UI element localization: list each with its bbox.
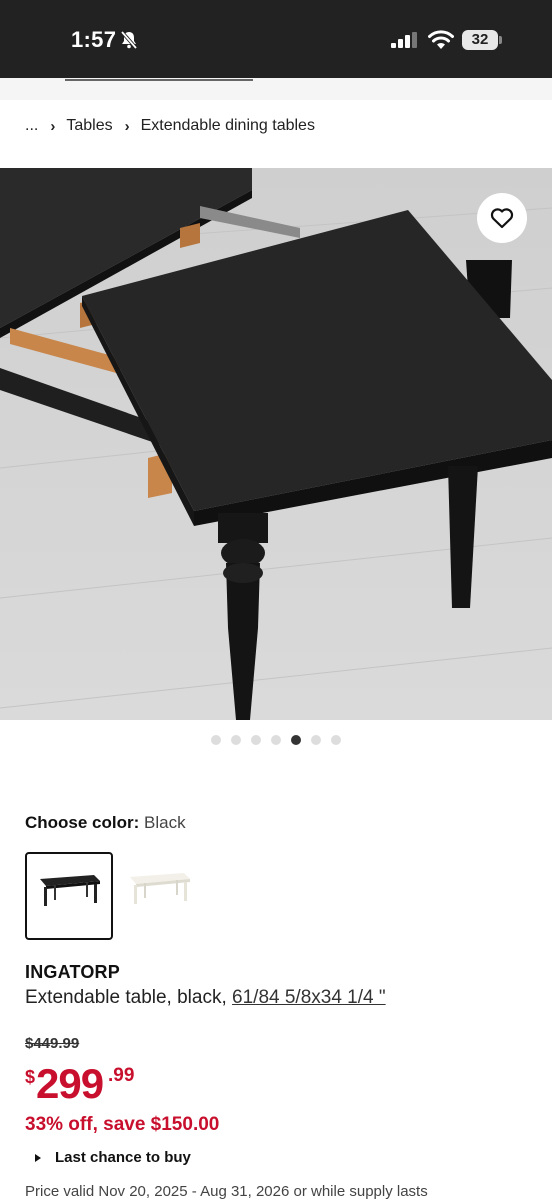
price-valid-text: Price valid Nov 20, 2025 - Aug 31, 2026 …: [25, 1183, 428, 1200]
carousel-dot[interactable]: [251, 735, 261, 745]
chevron-right-icon: ›: [124, 117, 130, 135]
breadcrumb-item-tables[interactable]: Tables: [66, 117, 112, 135]
last-chance-label: Last chance to buy: [55, 1149, 191, 1166]
old-price: $449.99: [25, 1035, 80, 1052]
price-integer: 299: [36, 1060, 104, 1107]
clipped-underline: [65, 79, 253, 81]
discount-text: 33% off, save $150.00: [25, 1114, 220, 1135]
black-table-thumbnail: [40, 875, 100, 906]
carousel-dot[interactable]: [271, 735, 281, 745]
selected-color-value: Black: [144, 813, 186, 832]
carousel-dot-active[interactable]: [291, 735, 301, 745]
last-chance-toggle[interactable]: Last chance to buy: [35, 1149, 191, 1166]
chevron-right-icon: ›: [50, 117, 56, 135]
wifi-icon: [428, 30, 454, 49]
product-image[interactable]: [0, 168, 552, 720]
carousel-dots: [211, 735, 341, 745]
color-chooser-label: Choose color: Black: [25, 813, 186, 833]
clipped-header-strip: [0, 78, 552, 100]
price-decimal: .99: [108, 1065, 135, 1086]
breadcrumb-ellipsis[interactable]: ...: [25, 117, 38, 135]
battery-level: 32: [462, 30, 498, 50]
breadcrumb: ... › Tables › Extendable dining tables: [25, 117, 315, 135]
color-swatch-black[interactable]: [25, 852, 113, 940]
status-bar: 1:57 32: [0, 0, 552, 78]
heart-icon: [490, 208, 514, 229]
bell-off-icon: [120, 30, 138, 50]
product-name: INGATORP: [25, 962, 120, 982]
carousel-dot[interactable]: [311, 735, 321, 745]
carousel-dot[interactable]: [231, 735, 241, 745]
status-time: 1:57: [71, 27, 117, 52]
product-description: Extendable table, black, 61/84 5/8x34 1/…: [25, 987, 386, 1009]
color-swatch-white[interactable]: [117, 852, 205, 940]
product-description-text: Extendable table, black,: [25, 987, 227, 1008]
carousel-dot[interactable]: [331, 735, 341, 745]
choose-color-label: Choose color:: [25, 813, 140, 832]
favorite-button[interactable]: [477, 193, 527, 243]
battery-tip: [499, 36, 502, 44]
carousel-dot[interactable]: [211, 735, 221, 745]
signal-icon: [391, 32, 417, 48]
caret-right-icon: [35, 1153, 41, 1162]
breadcrumb-item-extendable-dining-tables[interactable]: Extendable dining tables: [141, 117, 315, 135]
product-dimensions-link[interactable]: 61/84 5/8x34 1/4 ": [232, 987, 386, 1008]
white-table-thumbnail: [130, 873, 190, 904]
table-photo: [0, 168, 552, 720]
price-currency: $: [25, 1067, 36, 1087]
battery-icon: 32: [462, 30, 502, 50]
